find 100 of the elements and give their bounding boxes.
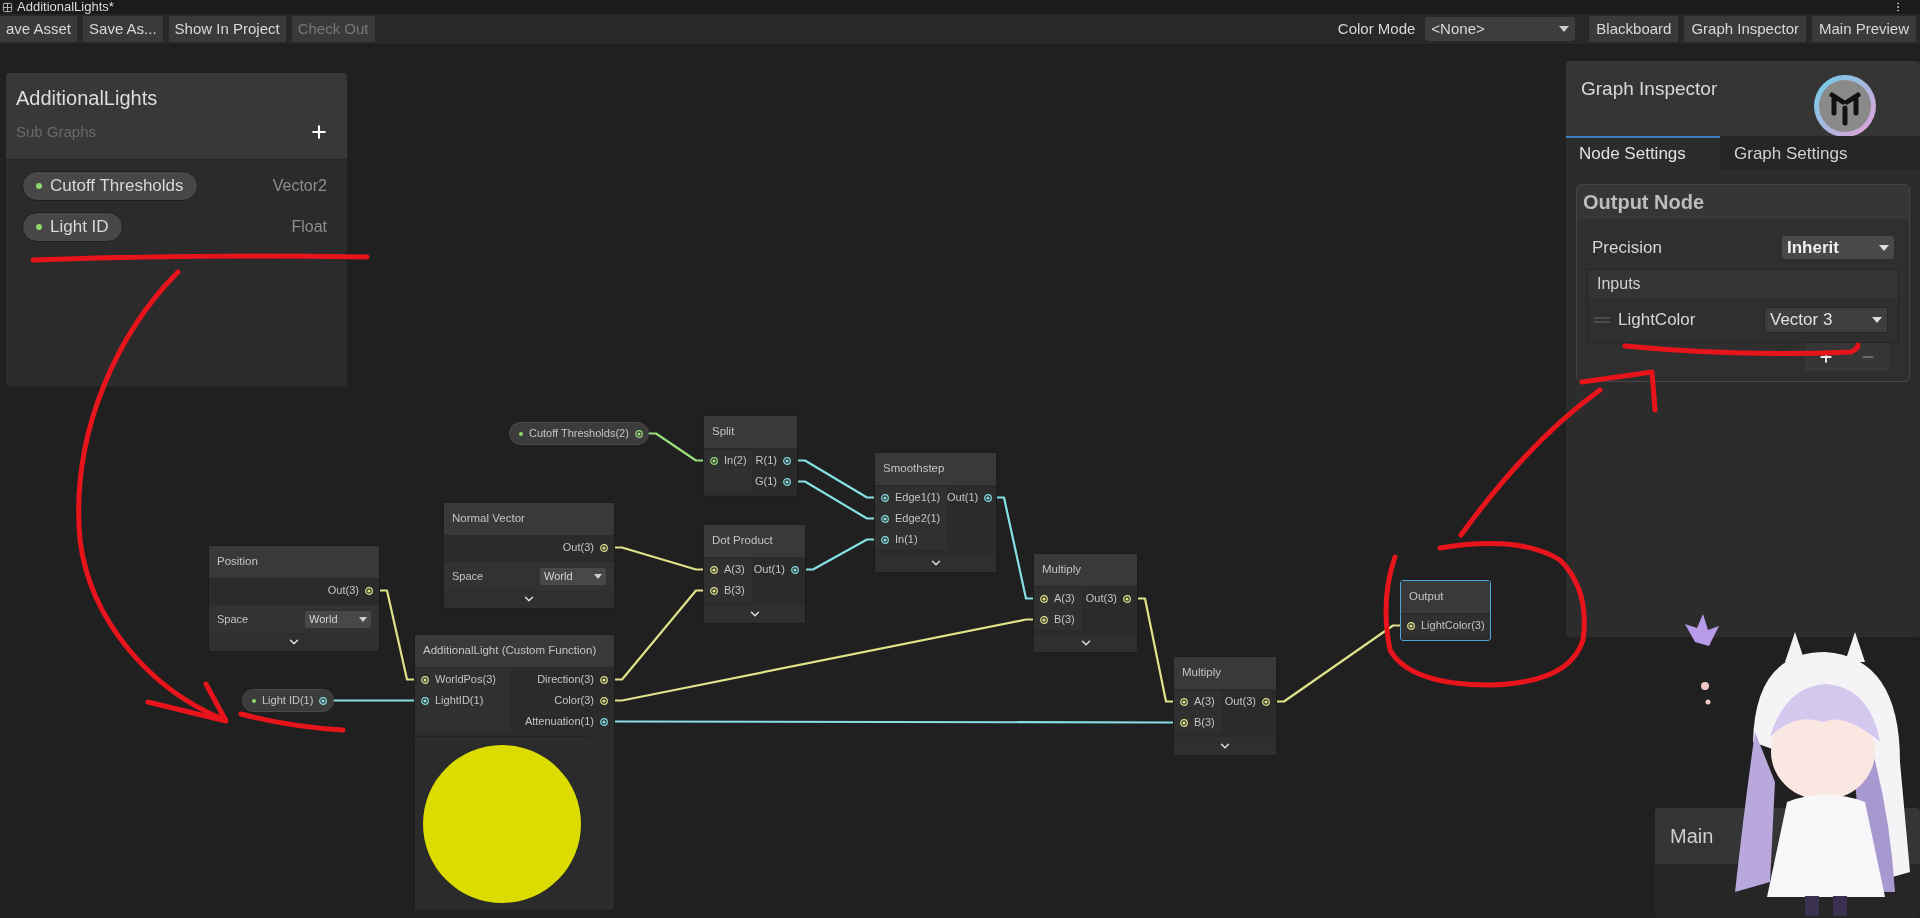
graph-node[interactable]: Multiply A(3) B(3) Out(3) [1033,553,1138,653]
drag-handle-icon[interactable] [1594,316,1610,323]
space-dropdown[interactable]: World [305,610,371,628]
precision-dropdown[interactable]: Inherit [1782,236,1894,260]
port-label: WorldPos(3) [435,672,496,688]
port-icon[interactable] [984,493,993,502]
port-icon[interactable] [1123,594,1131,603]
port-label: A(3) [724,562,745,578]
graph-node[interactable]: Split In(2) R(1) G(1) [703,415,798,497]
graph-node[interactable]: AdditionalLight (Custom Function) WorldPos(3) LightID(1) Direction(3) Color(3) Attenuation(1) [414,634,615,911]
port-icon[interactable] [634,429,643,438]
port-icon[interactable] [421,696,429,705]
section-title: Output Node [1583,190,1705,215]
port-icon[interactable] [1180,697,1188,706]
port-icon[interactable] [319,696,328,705]
type-dropdown[interactable]: Vector 3 [1764,306,1888,333]
emblem-icon [1812,73,1878,139]
port-label: In(2) [724,453,747,469]
graph-node[interactable]: Normal Vector Out(3) Space World [443,502,615,609]
port-icon[interactable] [710,565,718,574]
port-icon[interactable] [600,717,608,726]
toolbar-toggle[interactable]: Main Preview [1811,16,1916,42]
port-icon[interactable] [881,514,889,523]
node-title: Split [712,424,735,440]
port-icon[interactable] [881,493,889,502]
port-icon[interactable] [1262,697,1270,706]
port-label: Out(3) [1224,694,1256,710]
control-label: Space [452,568,484,584]
port-label: Edge2(1) [895,511,941,527]
graph-node[interactable]: Smoothstep Edge1(1) Edge2(1) In(1) Out(1) [874,452,997,573]
inspector-title: Graph Inspector [1581,77,1718,101]
toolbar-button[interactable]: Save As... [83,16,163,42]
node-title: AdditionalLight (Custom Function) [423,643,597,659]
preview-title: Main [1670,824,1714,849]
property-node[interactable]: Light ID(1) [242,689,334,712]
toolbar-button[interactable]: Show In Project [168,16,286,42]
port-icon[interactable] [600,675,608,684]
input-name: LightColor [1618,308,1697,331]
inspector-tab[interactable]: Graph Settings [1720,136,1862,170]
caret-icon [359,616,367,622]
caret-icon [1872,316,1882,323]
port-icon[interactable] [421,675,429,684]
port-icon[interactable] [710,456,718,465]
port-icon[interactable] [600,696,608,705]
port-icon[interactable] [365,586,373,595]
caret-icon [1879,244,1889,251]
port-label: Attenuation(1) [524,714,594,730]
port-label: In(1) [895,532,918,548]
port-label: B(3) [724,583,745,599]
port-icon[interactable] [783,477,791,486]
port-label: R(1) [755,453,777,469]
caret-icon [594,573,602,579]
port-label: A(3) [1054,591,1075,607]
node-title: Position [217,554,258,570]
node-title: Output [1409,589,1444,605]
graph-node[interactable]: Multiply A(3) B(3) Out(3) [1173,656,1277,756]
toolbar-button[interactable]: ave Asset [0,16,78,42]
property-type: Vector2 [272,176,327,196]
port-icon[interactable] [710,586,718,595]
port-label: A(3) [1194,694,1215,710]
toolbar-toggle[interactable]: Blackboard [1589,16,1679,42]
node-title: Multiply [1182,665,1221,681]
graph-node[interactable]: Dot Product A(3) B(3) Out(1) [703,524,806,624]
graph-node[interactable]: Output LightColor(3) [1400,580,1491,641]
port-label: LightColor(3) [1421,618,1485,634]
blackboard-title: AdditionalLights [16,86,159,111]
port-label: Out(3) [1085,591,1117,607]
node-title: Smoothstep [883,461,945,477]
property-pill[interactable]: Light ID [22,212,123,242]
graph-node[interactable]: Position Out(3) Space World [208,545,380,652]
property-type: Float [291,217,327,237]
property-node[interactable]: Cutoff Thresholds(2) [509,422,649,445]
property-label: Cutoff Thresholds(2) [529,426,629,442]
inputs-title: Inputs [1597,273,1641,294]
toolbar-toggle[interactable]: Graph Inspector [1684,16,1806,42]
port-icon[interactable] [881,535,889,544]
precision-label: Precision [1592,237,1662,259]
port-label: Color(3) [554,693,594,709]
port-icon[interactable] [1407,621,1415,630]
node-title: Normal Vector [452,511,525,527]
color-mode-dropdown[interactable]: <None> [1425,17,1576,41]
space-dropdown[interactable]: World [540,567,606,585]
node-title: Dot Product [712,533,773,549]
port-icon[interactable] [783,456,791,465]
port-icon[interactable] [1040,615,1048,624]
port-label: B(3) [1194,715,1215,731]
control-label: Space [217,611,249,627]
property-pill[interactable]: Cutoff Thresholds [22,171,198,201]
property-label: Light ID(1) [262,693,314,709]
port-icon[interactable] [600,543,608,552]
caret-icon [1559,26,1570,32]
port-label: Edge1(1) [895,490,941,506]
port-icon[interactable] [1180,718,1188,727]
port-label: B(3) [1054,612,1075,628]
inspector-tab[interactable]: Node Settings [1566,136,1720,170]
port-icon[interactable] [791,565,799,574]
port-icon[interactable] [1040,594,1048,603]
port-label: Out(3) [327,583,359,599]
color-mode-label: Color Mode [1337,18,1416,39]
port-label: G(1) [755,474,777,490]
